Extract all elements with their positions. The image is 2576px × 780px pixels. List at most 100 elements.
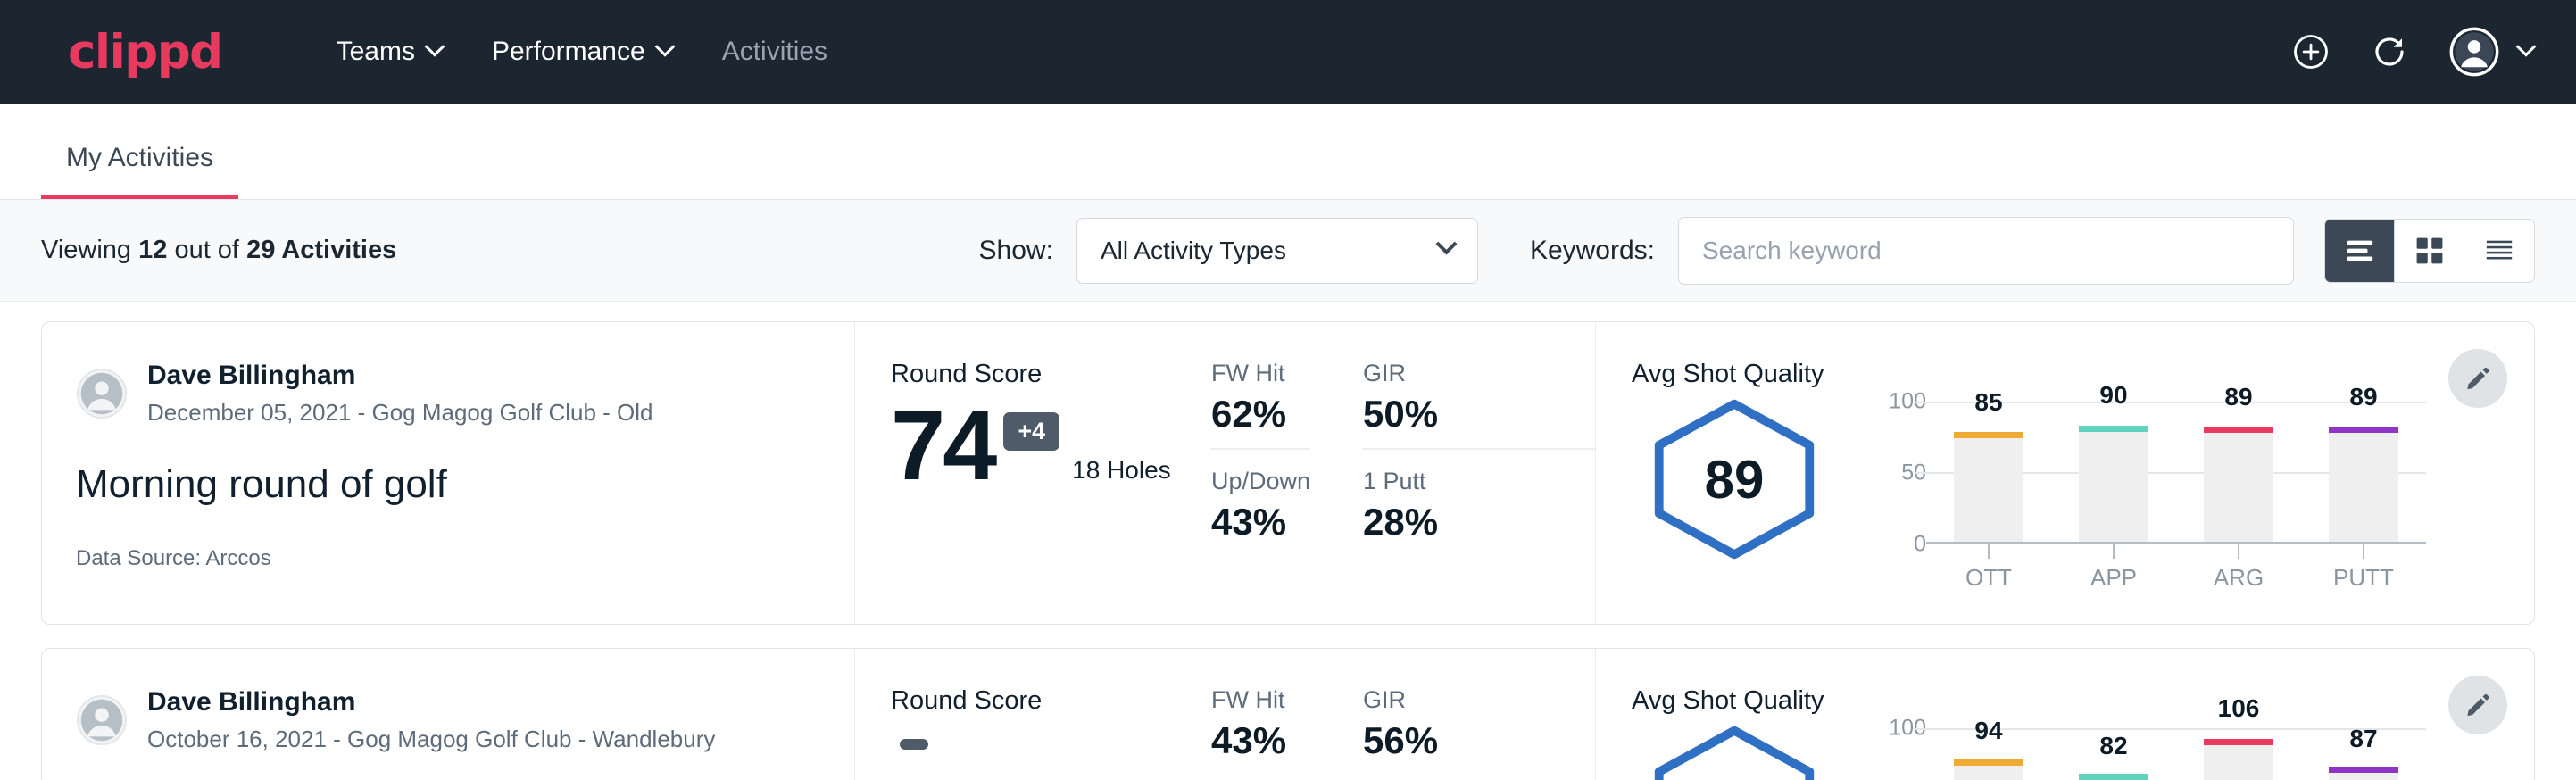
stat-up-down: Up/Down 43%	[1211, 468, 1309, 556]
results-count-total: 29 Activities	[246, 236, 396, 264]
stat-fw-hit-label: FW Hit	[1211, 360, 1309, 387]
compact-view-button[interactable]	[2464, 220, 2534, 282]
edit-activity-button[interactable]	[2448, 676, 2507, 734]
bar-arg-rect	[2204, 745, 2273, 780]
app-logo[interactable]: clippd	[68, 25, 222, 79]
pencil-icon	[2464, 365, 2491, 392]
avg-shot-quality-panel: Avg Shot Quality 100 50	[1595, 649, 2534, 780]
bar-arg-rect	[2204, 433, 2273, 542]
player-name: Dave Billingham	[147, 360, 653, 392]
nav-item-teams-label: Teams	[337, 37, 415, 67]
round-score-label: Round Score	[891, 686, 1176, 716]
nav-item-performance[interactable]: Performance	[467, 37, 697, 67]
round-stats-grid: FW Hit 62% GIR 50% Up/Down 43% 1 Putt 28…	[1176, 322, 1595, 624]
results-count: Viewing 12 out of 29 Activities	[41, 236, 396, 265]
shot-quality-value: 89	[1705, 449, 1765, 510]
add-button[interactable]	[2292, 33, 2330, 71]
activity-title: Morning round of golf	[76, 462, 854, 507]
stat-gir-value: 56%	[1363, 719, 1595, 762]
holes-played: 18 Holes	[1072, 456, 1171, 485]
grid-view-button[interactable]	[2395, 220, 2464, 282]
search-input[interactable]: Search keyword	[1678, 217, 2294, 285]
activity-summary: Dave Billingham October 16, 2021 - Gog M…	[42, 649, 854, 780]
top-navigation-bar: clippd Teams Performance Activities	[0, 0, 2576, 104]
x-tick	[1954, 544, 2023, 559]
bar-putt-rect	[2329, 433, 2398, 542]
results-count-shown: 12	[138, 236, 167, 264]
avg-shot-quality-label: Avg Shot Quality	[1632, 360, 2427, 389]
activity-author: Dave Billingham October 16, 2021 - Gog M…	[76, 686, 854, 753]
bar-ott: 85	[1954, 402, 2023, 542]
grid-view-icon	[2415, 236, 2444, 265]
nav-item-activities[interactable]: Activities	[697, 37, 852, 67]
stat-gir-label: GIR	[1363, 360, 1595, 387]
show-label: Show:	[979, 236, 1053, 266]
tab-my-activities[interactable]: My Activities	[41, 143, 238, 199]
activity-card[interactable]: Dave Billingham December 05, 2021 - Gog …	[41, 321, 2535, 625]
keywords-label: Keywords:	[1530, 236, 1655, 266]
avatar	[76, 694, 128, 746]
tab-strip: My Activities	[0, 104, 2576, 200]
bar-ott-cap	[1954, 759, 2023, 766]
user-menu[interactable]	[2449, 27, 2533, 77]
list-view-icon	[2345, 237, 2375, 264]
round-stats-grid: FW Hit 43% GIR 56%	[1176, 649, 1595, 780]
x-label-putt: PUTT	[2329, 564, 2398, 592]
refresh-button[interactable]	[2371, 33, 2408, 71]
stat-up-down-label: Up/Down	[1211, 468, 1309, 495]
bar-putt: 89	[2329, 402, 2398, 542]
stat-fw-hit-value: 43%	[1211, 719, 1309, 762]
view-mode-toggle	[2324, 219, 2535, 283]
shot-quality-hexagon: 89	[1632, 393, 1837, 560]
bar-app: 90	[2079, 402, 2148, 542]
activity-type-select-value: All Activity Types	[1101, 236, 1286, 265]
search-input-placeholder: Search keyword	[1702, 236, 1882, 265]
bar-arg-cap	[2204, 739, 2273, 745]
bar-putt-rect	[2329, 773, 2398, 780]
stat-one-putt-label: 1 Putt	[1363, 468, 1595, 495]
activity-author: Dave Billingham December 05, 2021 - Gog …	[76, 360, 854, 427]
bar-ott: 94	[1954, 728, 2023, 780]
x-label-app: APP	[2079, 564, 2148, 592]
chart-x-ticks	[1926, 544, 2426, 559]
x-label-arg: ARG	[2204, 564, 2273, 592]
x-tick	[2204, 544, 2273, 559]
x-tick	[2329, 544, 2398, 559]
nav-item-activities-label: Activities	[722, 37, 827, 67]
activity-data-source: Data Source: Arccos	[76, 546, 854, 571]
activity-summary: Dave Billingham December 05, 2021 - Gog …	[42, 322, 854, 624]
stat-gir-value: 50%	[1363, 393, 1595, 436]
chevron-down-icon	[1435, 233, 1457, 254]
chart-y-axis: 100 50 0	[1873, 728, 1926, 780]
nav-actions	[2292, 27, 2533, 77]
bar-app-value: 90	[2079, 381, 2148, 410]
bar-app: 82	[2079, 728, 2148, 780]
list-view-button[interactable]	[2325, 220, 2395, 282]
edit-activity-button[interactable]	[2448, 349, 2507, 408]
score-differential-badge	[900, 739, 928, 750]
primary-nav: Teams Performance Activities	[312, 37, 852, 67]
stat-fw-hit-label: FW Hit	[1211, 686, 1309, 714]
bar-app-rect	[2079, 432, 2148, 542]
stat-fw-hit-value: 62%	[1211, 393, 1309, 436]
stat-one-putt-value: 28%	[1363, 501, 1595, 544]
bar-putt-value: 87	[2329, 725, 2398, 753]
nav-item-performance-label: Performance	[492, 37, 645, 67]
activity-type-select[interactable]: All Activity Types	[1076, 218, 1478, 284]
round-score-panel: Round Score 74 +4 18 Holes	[854, 322, 1176, 624]
stat-fw-hit: FW Hit 62%	[1211, 360, 1309, 450]
nav-item-teams[interactable]: Teams	[312, 37, 467, 67]
activity-meta: December 05, 2021 - Gog Magog Golf Club …	[147, 399, 653, 427]
activity-card[interactable]: Dave Billingham October 16, 2021 - Gog M…	[41, 648, 2535, 780]
stat-one-putt: 1 Putt 28%	[1363, 468, 1595, 556]
round-score-panel: Round Score	[854, 649, 1176, 780]
bar-ott-value: 85	[1954, 388, 2023, 417]
bar-arg-value: 106	[2204, 694, 2273, 723]
bar-arg-cap	[2204, 427, 2273, 433]
chevron-down-icon	[2516, 37, 2537, 57]
chart-x-axis: OTT APP ARG PUTT	[1926, 564, 2426, 592]
stat-gir-label: GIR	[1363, 686, 1595, 714]
plus-circle-icon	[2292, 33, 2330, 71]
avg-shot-quality-panel: Avg Shot Quality 89 100 50	[1595, 322, 2534, 624]
avg-shot-quality-label: Avg Shot Quality	[1632, 686, 2427, 716]
